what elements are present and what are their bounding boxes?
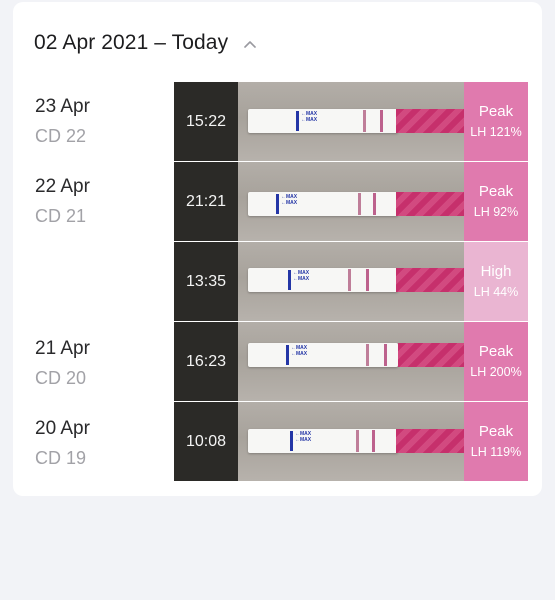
row-divider [174,161,528,162]
test-strip-photo: ←MAX ←MAX [238,402,464,481]
cycle-day: CD 19 [35,448,87,468]
row-divider [174,321,528,322]
date-range-header[interactable]: 02 Apr 2021 – Today [34,29,258,57]
day-date: 21 Apr [35,338,90,359]
lh-ratio: LH 119% [470,445,522,459]
test-row[interactable]: 15:22 ←MAX ←MAX Peak LH 121% [174,82,528,161]
result-badge: Peak LH 92% [464,162,528,241]
lh-ratio: LH 200% [470,365,522,379]
result-level: Peak [478,343,514,360]
test-row[interactable]: 10:08 ←MAX ←MAX Peak LH 119% [174,402,528,481]
result-level: High [480,263,512,280]
result-badge: High LH 44% [464,242,528,321]
result-badge: Peak LH 121% [464,82,528,161]
test-time: 16:23 [174,322,238,401]
test-strip-photo: ←MAX ←MAX [238,162,464,241]
day-date: 22 Apr [35,176,90,197]
result-badge: Peak LH 119% [464,402,528,481]
result-level: Peak [478,183,514,200]
day-date: 23 Apr [35,96,90,117]
result-badge: Peak LH 200% [464,322,528,401]
test-row[interactable]: 16:23 ←MAX ←MAX Peak LH 200% [174,322,528,401]
test-strip-photo: ←MAX ←MAX [238,242,464,321]
history-card: 02 Apr 2021 – Today 23 Apr CD 22 22 Apr … [13,2,542,496]
test-strip-photo: ←MAX ←MAX [238,82,464,161]
row-divider [174,401,528,402]
test-row[interactable]: 13:35 ←MAX ←MAX High LH 44% [174,242,528,321]
test-row[interactable]: 21:21 ←MAX ←MAX Peak LH 92% [174,162,528,241]
test-time: 13:35 [174,242,238,321]
cycle-day: CD 21 [35,206,87,226]
cycle-day: CD 22 [35,126,87,146]
result-level: Peak [478,103,514,120]
test-strip-photo: ←MAX ←MAX [238,322,464,401]
chevron-up-icon[interactable] [242,36,258,52]
lh-ratio: LH 44% [473,285,519,299]
lh-ratio: LH 121% [470,125,522,139]
test-time: 10:08 [174,402,238,481]
cycle-day: CD 20 [35,368,87,388]
test-time: 15:22 [174,82,238,161]
test-time: 21:21 [174,162,238,241]
row-divider [174,241,528,242]
day-date: 20 Apr [35,418,90,439]
date-range-title: 02 Apr 2021 – Today [34,31,229,54]
lh-ratio: LH 92% [473,205,519,219]
result-level: Peak [478,423,514,440]
